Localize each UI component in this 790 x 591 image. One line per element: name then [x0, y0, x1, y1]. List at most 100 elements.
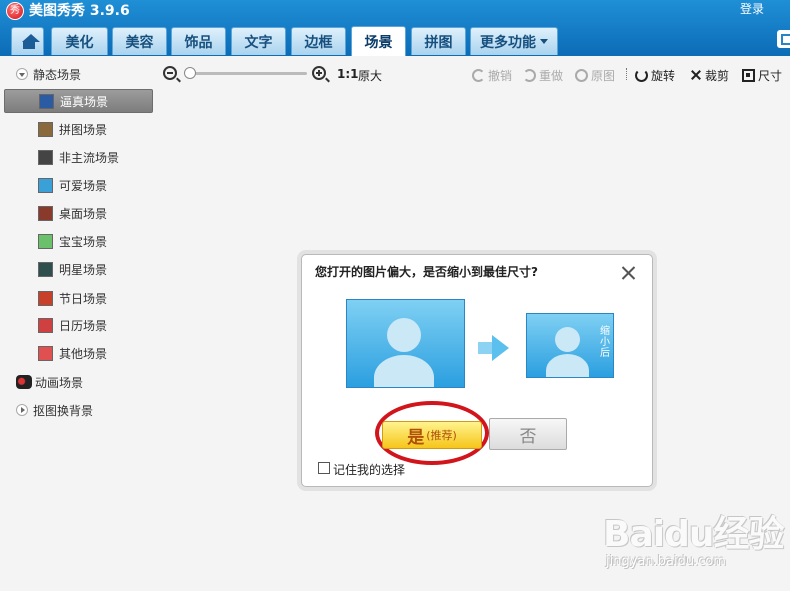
scissors-icon: [689, 69, 702, 82]
yes-recommended-button[interactable]: 是 (推荐): [382, 421, 482, 449]
sidebar-item-baby[interactable]: 宝宝场景: [4, 229, 153, 253]
sidebar-item-desktop[interactable]: 桌面场景: [4, 201, 153, 225]
person-body: [546, 354, 589, 377]
person-head: [387, 318, 421, 352]
scene-thumb-icon: [38, 177, 53, 193]
expand-toggle-icon: [16, 68, 28, 80]
crop-button[interactable]: 裁剪: [689, 67, 729, 84]
resize-button[interactable]: 尺寸: [742, 67, 782, 84]
heart-icon: [38, 345, 53, 361]
tab-more-label: 更多功能: [480, 34, 536, 51]
small-photo-illustration: 缩小后: [526, 313, 614, 378]
undo-label: 撤销: [488, 69, 513, 83]
group-cutout-background[interactable]: 抠图换背景: [16, 400, 93, 420]
sidebar-item-holiday[interactable]: 节日场景: [4, 286, 153, 310]
tab-scene[interactable]: 场景: [351, 26, 406, 56]
sidebar-item-cute[interactable]: 可爱场景: [4, 173, 153, 197]
zoom-in-icon[interactable]: [312, 66, 330, 83]
scene-thumb-icon: [38, 261, 53, 277]
person-body: [374, 355, 434, 387]
group-label: 抠图换背景: [33, 403, 94, 418]
reset-original-button[interactable]: 原图: [575, 67, 615, 84]
sidebar-item-label: 节日场景: [59, 291, 108, 306]
rotate-icon: [635, 69, 648, 82]
group-static-scenes[interactable]: 静态场景: [16, 64, 81, 84]
sidebar-item-label: 日历场景: [59, 318, 108, 333]
person-head: [555, 327, 580, 352]
calendar-icon: [38, 317, 53, 333]
resize-icon: [742, 69, 755, 82]
undo-icon: [472, 69, 485, 82]
zoom-slider-track[interactable]: [186, 72, 307, 75]
watermark-url: jingyan.baidu.com: [606, 554, 726, 569]
scene-thumb-icon: [38, 121, 53, 137]
title-bar: 秀 美图秀秀 3.9.6 登录 美化 美容 饰品 文字 边框 场景 拼图 更多功…: [0, 0, 790, 56]
sidebar-item-realistic[interactable]: 逼真场景: [4, 89, 153, 113]
arrow-right-icon: [478, 342, 493, 354]
scene-thumb-icon: [38, 205, 53, 221]
tab-accessory[interactable]: 饰品: [171, 27, 226, 55]
zoom-out-icon[interactable]: [163, 66, 181, 83]
redo-button[interactable]: 重做: [523, 67, 563, 84]
recommend-label: (推荐): [426, 429, 457, 442]
scene-thumb-icon: [38, 149, 53, 165]
tab-home-icon[interactable]: [11, 27, 44, 55]
original-image-icon: [575, 69, 588, 82]
arrow-right-icon-head: [492, 335, 509, 361]
rotate-label: 旋转: [651, 69, 676, 83]
resize-prompt-dialog: 您打开的图片偏大，是否缩小到最佳尺寸? 缩小后 是 (推荐) 否 记住我的选择: [301, 254, 653, 487]
undo-button[interactable]: 撤销: [472, 67, 512, 84]
crop-label: 裁剪: [705, 69, 730, 83]
original-size-button[interactable]: 原大: [358, 67, 382, 84]
tab-makeup[interactable]: 美容: [112, 27, 167, 55]
sidebar-item-label: 宝宝场景: [59, 234, 108, 249]
close-icon[interactable]: [620, 265, 636, 281]
redo-icon: [523, 69, 536, 82]
redo-label: 重做: [539, 69, 564, 83]
actual-size-button[interactable]: 1:1: [337, 67, 359, 81]
sidebar-item-calendar[interactable]: 日历场景: [4, 313, 153, 337]
tab-collage[interactable]: 拼图: [411, 27, 466, 55]
remember-choice-label[interactable]: 记住我的选择: [333, 461, 405, 478]
baidu-jingyan-watermark: Baidu经验: [603, 514, 784, 555]
app-title: 美图秀秀 3.9.6: [29, 3, 130, 19]
sidebar-item-label: 拼图场景: [59, 122, 108, 137]
scene-thumb-icon: [38, 290, 53, 306]
resize-label: 尺寸: [758, 69, 783, 83]
sidebar-item-other[interactable]: 其他场景: [4, 341, 153, 365]
tab-border[interactable]: 边框: [291, 27, 346, 55]
group-label: 静态场景: [33, 67, 82, 82]
sidebar-item-alternative[interactable]: 非主流场景: [4, 145, 153, 169]
tab-text[interactable]: 文字: [231, 27, 286, 55]
yes-label: 是: [407, 427, 425, 448]
sidebar-item-label: 桌面场景: [59, 206, 108, 221]
scene-sidebar: 静态场景 逼真场景 拼图场景 非主流场景 可爱场景 桌面场景 宝宝场景 明星场景…: [0, 56, 156, 591]
sidebar-item-label: 可爱场景: [59, 178, 108, 193]
sidebar-item-label: 逼真场景: [60, 94, 109, 109]
login-link[interactable]: 登录: [740, 1, 764, 17]
chevron-down-icon: [540, 39, 548, 44]
animation-icon: [16, 375, 32, 389]
toolbar-divider: [626, 68, 627, 80]
sidebar-item-celebrity[interactable]: 明星场景: [4, 257, 153, 281]
sidebar-item-collage[interactable]: 拼图场景: [4, 117, 153, 141]
reset-label: 原图: [591, 69, 616, 83]
sidebar-item-label: 非主流场景: [59, 150, 120, 165]
shrunk-caption: 缩小后: [600, 326, 610, 359]
no-button[interactable]: 否: [489, 418, 567, 450]
sidebar-item-label: 明星场景: [59, 262, 108, 277]
restore-window-icon[interactable]: [777, 30, 790, 48]
large-photo-illustration: [346, 299, 465, 388]
scene-thumb-icon: [39, 93, 54, 109]
remember-choice-checkbox[interactable]: [318, 462, 330, 474]
group-animated-scenes[interactable]: 动画场景: [16, 372, 83, 392]
tab-beautify[interactable]: 美化: [51, 27, 108, 55]
expand-toggle-icon: [16, 404, 28, 416]
scene-thumb-icon: [38, 233, 53, 249]
dialog-title: 您打开的图片偏大，是否缩小到最佳尺寸?: [315, 265, 538, 279]
app-logo-icon: 秀: [6, 2, 24, 20]
rotate-button[interactable]: 旋转: [635, 67, 675, 84]
tab-more-features[interactable]: 更多功能: [470, 27, 558, 55]
group-label: 动画场景: [35, 375, 84, 390]
zoom-slider-thumb[interactable]: [184, 67, 196, 79]
